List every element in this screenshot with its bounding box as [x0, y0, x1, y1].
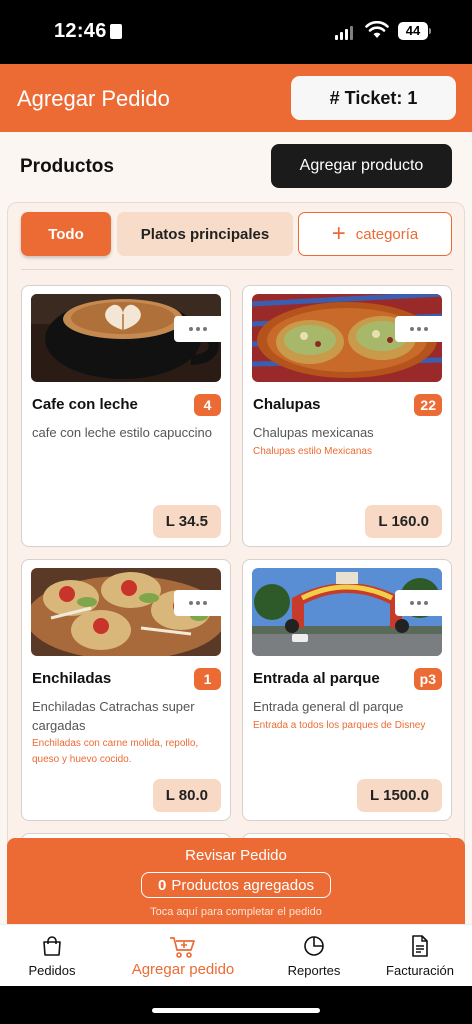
product-card-entrada-al-parque[interactable]: Entrada al parque p3 Entrada general dl … — [242, 559, 452, 821]
divider — [21, 269, 453, 270]
product-description: Chalupas mexicanas — [253, 425, 374, 440]
tab-pedidos[interactable]: Pedidos — [10, 925, 94, 987]
product-name: Chalupas — [253, 396, 321, 413]
product-price: L 80.0 — [152, 779, 221, 812]
product-description: cafe con leche estilo capuccino — [32, 425, 212, 440]
tab-label: Reportes — [287, 963, 341, 978]
signal-icon — [335, 26, 353, 40]
cart-add-icon — [170, 937, 195, 958]
more-options-icon[interactable] — [174, 316, 221, 342]
tab-reportes[interactable]: Reportes — [272, 925, 356, 987]
product-name: Cafe con leche — [32, 396, 138, 413]
product-card-chalupas[interactable]: Chalupas 22 Chalupas mexicanas Chalupas … — [242, 285, 452, 547]
products-panel: Todo Platos principales + categoría Cafe… — [7, 202, 465, 924]
product-name: Entrada al parque — [253, 670, 380, 687]
tab-label: Facturación — [386, 963, 454, 978]
product-detail: Enchiladas con carne molida, repollo, qu… — [32, 738, 199, 765]
bottom-tab-bar: Pedidos Agregar pedido Reportes Facturac… — [0, 924, 472, 986]
plus-icon: + — [331, 220, 346, 247]
home-indicator-area — [0, 986, 472, 1024]
product-price: L 34.5 — [152, 505, 221, 538]
products-title: Productos — [20, 156, 114, 177]
tab-label: Agregar pedido — [131, 961, 235, 978]
add-category-button[interactable]: + categoría — [298, 212, 452, 256]
battery-tip — [429, 28, 431, 34]
review-order-banner[interactable]: Revisar Pedido 0 Productos agregados Toc… — [7, 838, 465, 928]
products-added-label: Productos agregados — [171, 876, 314, 894]
product-price: L 160.0 — [365, 505, 442, 538]
product-image-enchiladas — [31, 568, 221, 656]
pie-chart-icon — [304, 936, 324, 956]
page-title: Agregar Pedido — [17, 86, 170, 111]
orientation-lock-icon — [110, 24, 122, 39]
tab-label: Pedidos — [28, 963, 76, 978]
home-indicator[interactable] — [152, 1008, 320, 1013]
tab-agregar-pedido[interactable]: Agregar pedido — [118, 925, 248, 987]
review-hint: Toca aquí para completar el pedido — [150, 906, 322, 918]
wifi-icon — [365, 21, 389, 38]
product-card-cafe-con-leche[interactable]: Cafe con leche 4 cafe con leche estilo c… — [21, 285, 231, 547]
product-badge: 1 — [194, 668, 221, 690]
product-image-chalupas — [252, 294, 442, 382]
add-category-label: categoría — [355, 225, 419, 243]
products-added-count: 0 — [158, 876, 167, 894]
app-body: Productos Agregar producto Todo Platos p… — [0, 132, 472, 924]
tab-facturacion[interactable]: Facturación — [376, 925, 464, 987]
product-card-enchiladas[interactable]: Enchiladas 1 Enchiladas Catrachas super … — [21, 559, 231, 821]
ticket-button[interactable]: # Ticket: 1 — [291, 76, 456, 120]
category-chip-platos-principales[interactable]: Platos principales — [117, 212, 293, 256]
product-detail: Chalupas estilo Mexicanas — [253, 446, 372, 457]
product-description: Enchiladas Catrachas super cargadas — [32, 699, 195, 733]
shopping-bag-icon — [43, 936, 61, 956]
product-description: Entrada general dl parque — [253, 699, 404, 714]
product-image-park-entrance — [252, 568, 442, 656]
product-badge: p3 — [413, 668, 442, 690]
product-badge: 22 — [414, 394, 442, 416]
more-options-icon[interactable] — [395, 590, 442, 616]
product-image-coffee — [31, 294, 221, 382]
add-product-button[interactable]: Agregar producto — [271, 144, 452, 188]
product-detail: Entrada a todos los parques de Disney — [253, 720, 426, 731]
category-chip-todo[interactable]: Todo — [21, 212, 111, 256]
review-title: Revisar Pedido — [185, 847, 287, 864]
app-header: Agregar Pedido # Ticket: 1 — [0, 64, 472, 132]
products-added-pill: 0 Productos agregados — [141, 872, 331, 898]
product-badge: 4 — [194, 394, 221, 416]
document-icon — [412, 935, 428, 957]
status-bar: 12:46 44 — [0, 0, 472, 64]
status-time: 12:46 — [54, 20, 107, 42]
battery-icon: 44 — [398, 22, 428, 40]
more-options-icon[interactable] — [174, 590, 221, 616]
product-price: L 1500.0 — [357, 779, 442, 812]
product-name: Enchiladas — [32, 670, 112, 687]
more-options-icon[interactable] — [395, 316, 442, 342]
